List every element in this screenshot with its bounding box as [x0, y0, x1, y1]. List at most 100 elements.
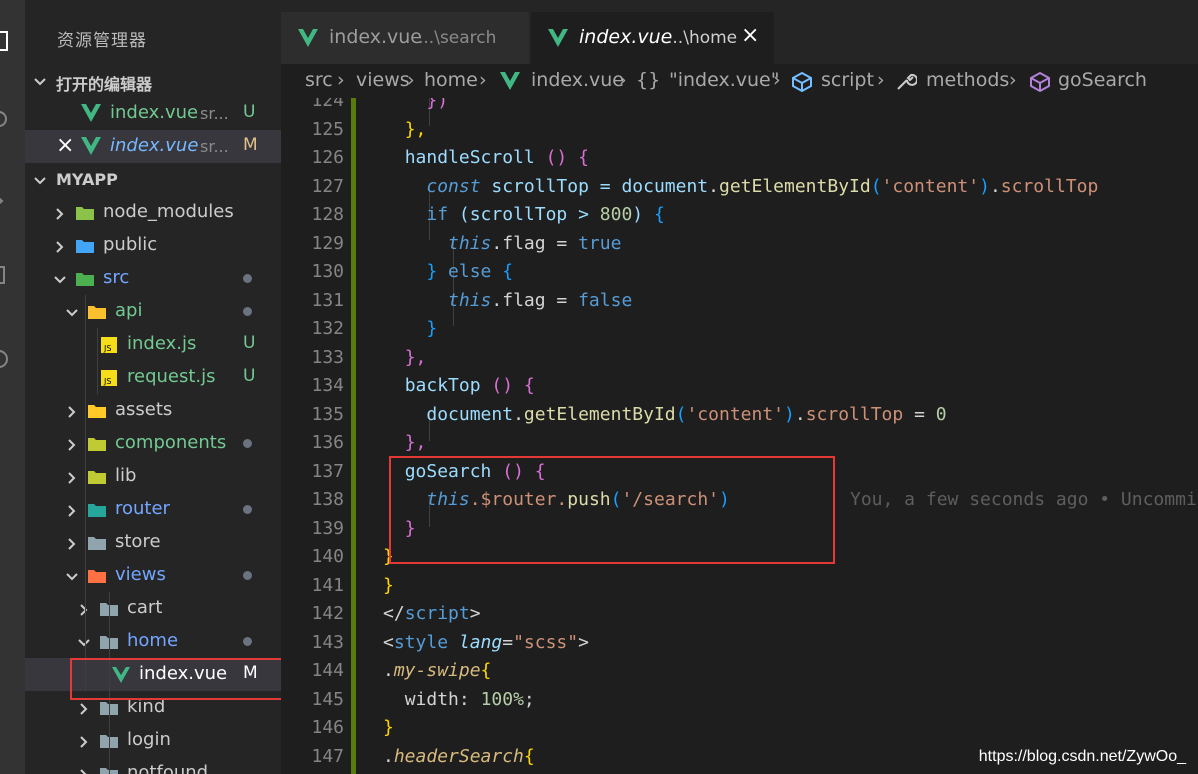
chevron-right-icon: › — [773, 69, 781, 91]
tab-search-index[interactable]: index.vue ...\search — [281, 12, 529, 64]
breadcrumb-script[interactable]: script — [821, 69, 874, 91]
tree-item[interactable]: home — [25, 625, 281, 658]
tree-item[interactable]: cart — [25, 592, 281, 625]
breadcrumb-views[interactable]: views — [356, 69, 410, 91]
chevron-right-icon — [65, 535, 79, 550]
code-token: false — [578, 289, 633, 311]
code-token: . — [989, 175, 1001, 197]
code-token: < — [383, 631, 394, 653]
breadcrumb-file[interactable]: index.vue — [531, 69, 624, 91]
tree-item[interactable]: store — [25, 526, 281, 559]
open-editor-item[interactable]: index.vue sr... U — [25, 97, 281, 130]
code-line: if (scrollTop > 800) { — [383, 204, 665, 225]
tree-item[interactable]: node_modules — [25, 196, 281, 229]
code-token: () — [545, 147, 568, 168]
code-token: { — [502, 261, 514, 282]
tree-item[interactable]: login — [25, 724, 281, 757]
method-cube-icon — [1029, 71, 1050, 93]
code-token: document — [426, 403, 514, 425]
code-token: > — [469, 603, 481, 624]
tree-item-label: api — [115, 300, 143, 321]
chevron-down-icon — [77, 634, 91, 648]
code-token: { — [653, 204, 665, 225]
tab-home-index[interactable]: index.vue ...\home × — [531, 12, 774, 64]
tree-item[interactable]: notfound — [25, 757, 281, 774]
vue-icon — [547, 28, 569, 48]
open-editors-header[interactable]: 打开的编辑器 — [25, 64, 281, 97]
code-token: 0 — [935, 403, 947, 425]
chevron-right-icon — [77, 733, 91, 748]
tree-item[interactable]: api — [25, 295, 281, 328]
svg-text:JS: JS — [103, 377, 111, 386]
tree-item-label: index.js — [127, 333, 197, 354]
tree-item[interactable]: router — [25, 493, 281, 526]
line-number: 124 — [311, 98, 344, 111]
git-status-badge: U — [243, 366, 256, 386]
code-token: getElementById — [718, 175, 871, 197]
chevron-right-icon: › — [619, 69, 627, 91]
source-control-icon[interactable] — [0, 190, 12, 212]
breadcrumb-module[interactable]: "index.vue" — [669, 69, 779, 91]
project-header[interactable]: MYAPP — [25, 163, 281, 196]
code-token: { — [578, 147, 589, 168]
code-token: { — [523, 375, 535, 396]
explorer-sidebar: 资源管理器 打开的编辑器 index.vue sr... U × index.v… — [25, 0, 281, 774]
breadcrumb-home[interactable]: home — [424, 69, 478, 91]
explorer-icon[interactable] — [0, 30, 12, 52]
code-token: const — [426, 175, 481, 197]
open-editor-desc: sr... — [200, 137, 229, 156]
breadcrumb-gosearch[interactable]: goSearch — [1058, 69, 1147, 91]
tree-item[interactable]: public — [25, 229, 281, 262]
chevron-right-icon — [77, 700, 91, 715]
open-editor-name: index.vue — [110, 102, 199, 123]
code-editor[interactable]: 124 }) 125 }, 126 handleScroll () {127 con… — [281, 98, 1198, 774]
tab-close-icon[interactable]: × — [741, 23, 759, 48]
code-token: </ — [383, 603, 405, 624]
tree-item[interactable]: JS index.js U — [25, 328, 281, 361]
code-token: script — [404, 603, 470, 624]
code-token: }, — [404, 346, 427, 368]
line-number: 125 — [311, 118, 344, 140]
line-number: 138 — [311, 489, 344, 510]
code-token: .flag = — [491, 232, 579, 254]
code-token: . — [794, 403, 806, 425]
code-line: const scrollTop = document.getElementByI… — [383, 176, 1098, 197]
close-icon[interactable]: × — [56, 133, 74, 158]
line-number: 132 — [311, 318, 344, 339]
tree-item[interactable]: components — [25, 427, 281, 460]
folder-src-icon — [75, 270, 95, 288]
chevron-down-icon — [65, 304, 79, 318]
line-number: 143 — [311, 631, 344, 653]
code-token: ) — [784, 403, 795, 425]
tree-item[interactable]: JS request.js U — [25, 361, 281, 394]
tree-item[interactable]: lib — [25, 460, 281, 493]
line-number: 137 — [311, 460, 344, 482]
watermark: https://blog.csdn.net/ZywOo_ — [978, 748, 1186, 765]
tree-item[interactable]: src — [25, 262, 281, 295]
git-status-badge: U — [243, 333, 256, 353]
extensions-icon[interactable] — [0, 348, 12, 370]
folder-api-icon — [87, 303, 107, 321]
breadcrumb: src › views › home › index.vue › {} "ind… — [281, 64, 1198, 98]
breadcrumb-methods[interactable]: methods — [926, 69, 1009, 91]
line-number: 134 — [311, 375, 344, 396]
code-token: : — [458, 688, 481, 710]
open-editor-item-active[interactable]: × index.vue sr... M — [25, 130, 281, 163]
search-icon[interactable] — [0, 110, 12, 132]
code-token: handleScroll — [404, 147, 535, 168]
tree-item-label: lib — [115, 465, 137, 486]
tree-item[interactable]: assets — [25, 394, 281, 427]
debug-icon[interactable] — [0, 265, 12, 287]
code-token: = — [502, 631, 514, 653]
breadcrumb-src[interactable]: src — [305, 69, 333, 91]
tree-item-label: src — [103, 267, 130, 288]
folder-node-icon — [75, 204, 95, 222]
tree-item[interactable]: views — [25, 559, 281, 592]
